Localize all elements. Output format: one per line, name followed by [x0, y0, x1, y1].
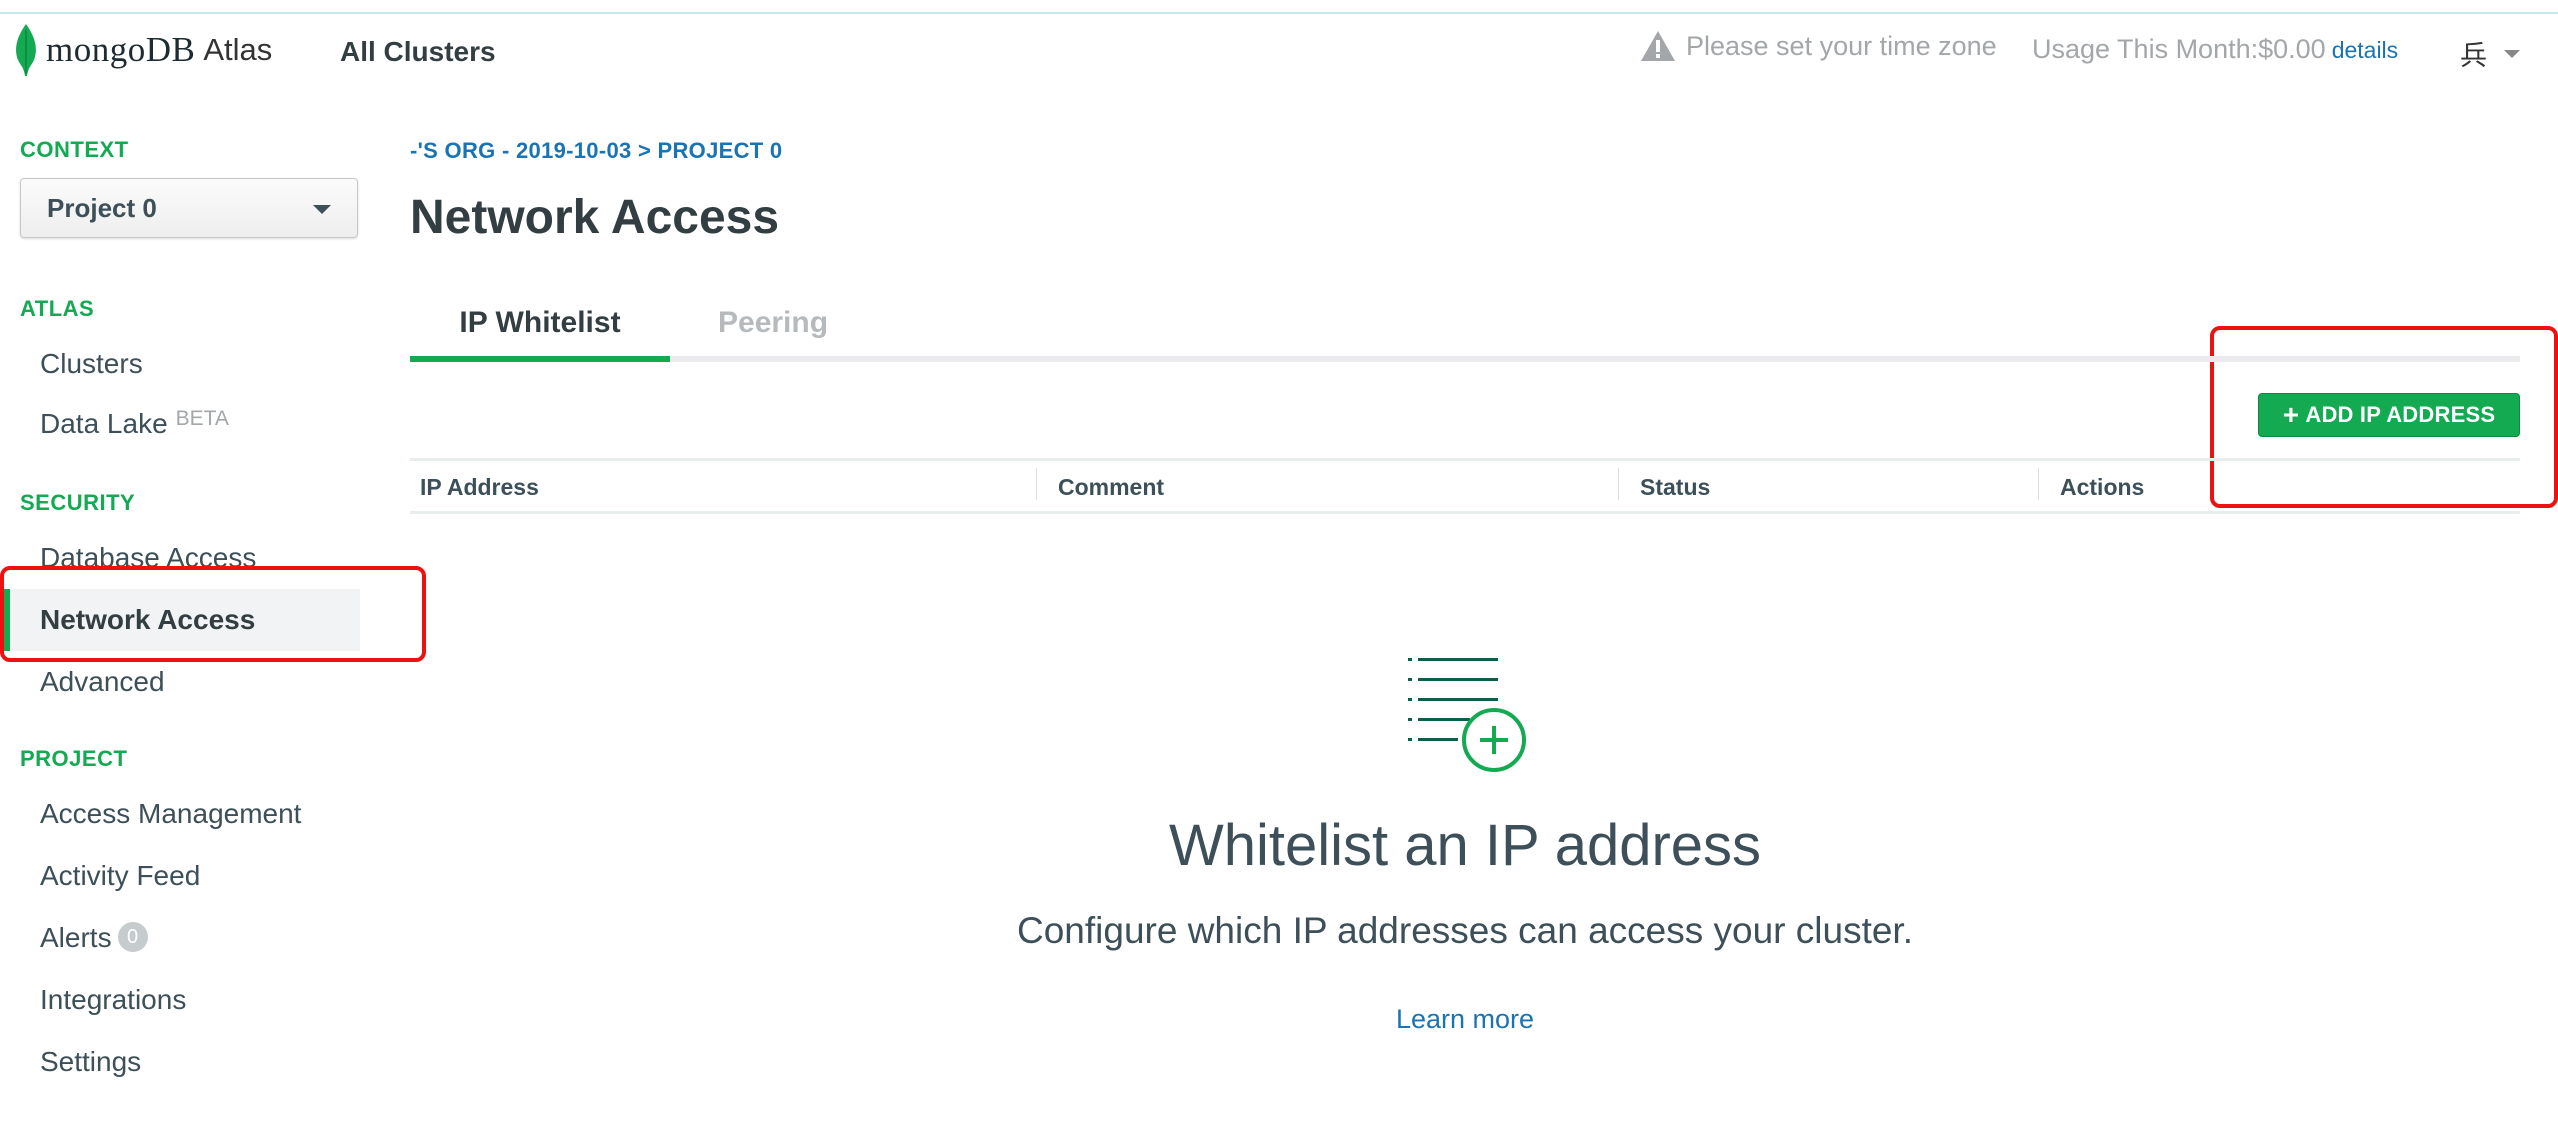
security-heading: SECURITY	[20, 490, 136, 515]
warning-icon	[1641, 31, 1675, 61]
sidebar-item-label: Data Lake	[40, 408, 168, 439]
column-separator	[1036, 468, 1037, 500]
column-comment[interactable]: Comment	[1058, 474, 1164, 501]
logo-atlas-text: Atlas	[203, 32, 273, 67]
page-title: Network Access	[410, 191, 780, 244]
sidebar-item-data-lake[interactable]: Data Lake BETA	[40, 407, 229, 440]
tab-active-underline	[410, 356, 670, 362]
project-heading: PROJECT	[20, 746, 128, 771]
column-separator	[2038, 468, 2039, 500]
highlight-network-access	[0, 566, 426, 662]
empty-state-subtitle: Configure which IP addresses can access …	[1017, 910, 1913, 951]
caret-down-icon	[313, 205, 331, 214]
learn-more-link-text[interactable]: Learn more	[1396, 1004, 1534, 1034]
sidebar-item-advanced[interactable]: Advanced	[40, 666, 165, 698]
usage-summary: Usage This Month:$0.00 details	[2032, 34, 2398, 65]
breadcrumb[interactable]: -'S ORG - 2019-10-03 > PROJECT 0	[410, 138, 782, 164]
tab-ip-whitelist[interactable]: IP Whitelist	[410, 306, 670, 340]
column-ip-address[interactable]: IP Address	[420, 474, 539, 501]
usage-details-link[interactable]: details	[2332, 37, 2398, 63]
usage-text: Usage This Month:$0.00	[2032, 34, 2326, 64]
column-actions[interactable]: Actions	[2060, 474, 2144, 501]
timezone-warning-text: Please set your time zone	[1686, 30, 1997, 61]
context-heading: CONTEXT	[20, 137, 129, 162]
atlas-heading: ATLAS	[20, 296, 95, 321]
table-header	[410, 458, 2520, 514]
empty-state-title: Whitelist an IP address	[1168, 813, 1762, 878]
context-select[interactable]: Project 0	[20, 178, 358, 238]
user-menu[interactable]: 兵	[2460, 34, 2521, 73]
top-border	[0, 0, 2558, 14]
whitelist-add-icon	[1408, 658, 1526, 772]
all-clusters-link[interactable]: All Clusters	[340, 36, 496, 68]
add-ip-address-button[interactable]: + ADD IP ADDRESS	[2258, 393, 2520, 437]
beta-badge: BETA	[175, 407, 229, 430]
plus-icon: +	[2282, 399, 2300, 430]
context-select-value: Project 0	[47, 192, 157, 223]
column-separator	[1618, 468, 1619, 500]
chevron-down-icon	[2504, 49, 2520, 58]
sidebar-item-settings[interactable]: Settings	[40, 1046, 141, 1078]
leaf-icon	[16, 24, 36, 76]
learn-more-link: Learn more	[0, 1004, 2558, 1035]
tab-peering[interactable]: Peering	[718, 306, 828, 340]
mongodb-atlas-logo[interactable]: mongoDB Atlas	[14, 20, 272, 80]
user-name: 兵	[2460, 41, 2487, 71]
tabs-divider	[410, 356, 2520, 362]
logo-mongodb-text: mongoDB	[46, 30, 196, 69]
add-ip-address-label: ADD IP ADDRESS	[2305, 402, 2496, 427]
column-status[interactable]: Status	[1640, 474, 1710, 501]
sidebar-item-clusters[interactable]: Clusters	[40, 348, 143, 380]
timezone-warning[interactable]: Please set your time zone	[1640, 30, 1997, 62]
